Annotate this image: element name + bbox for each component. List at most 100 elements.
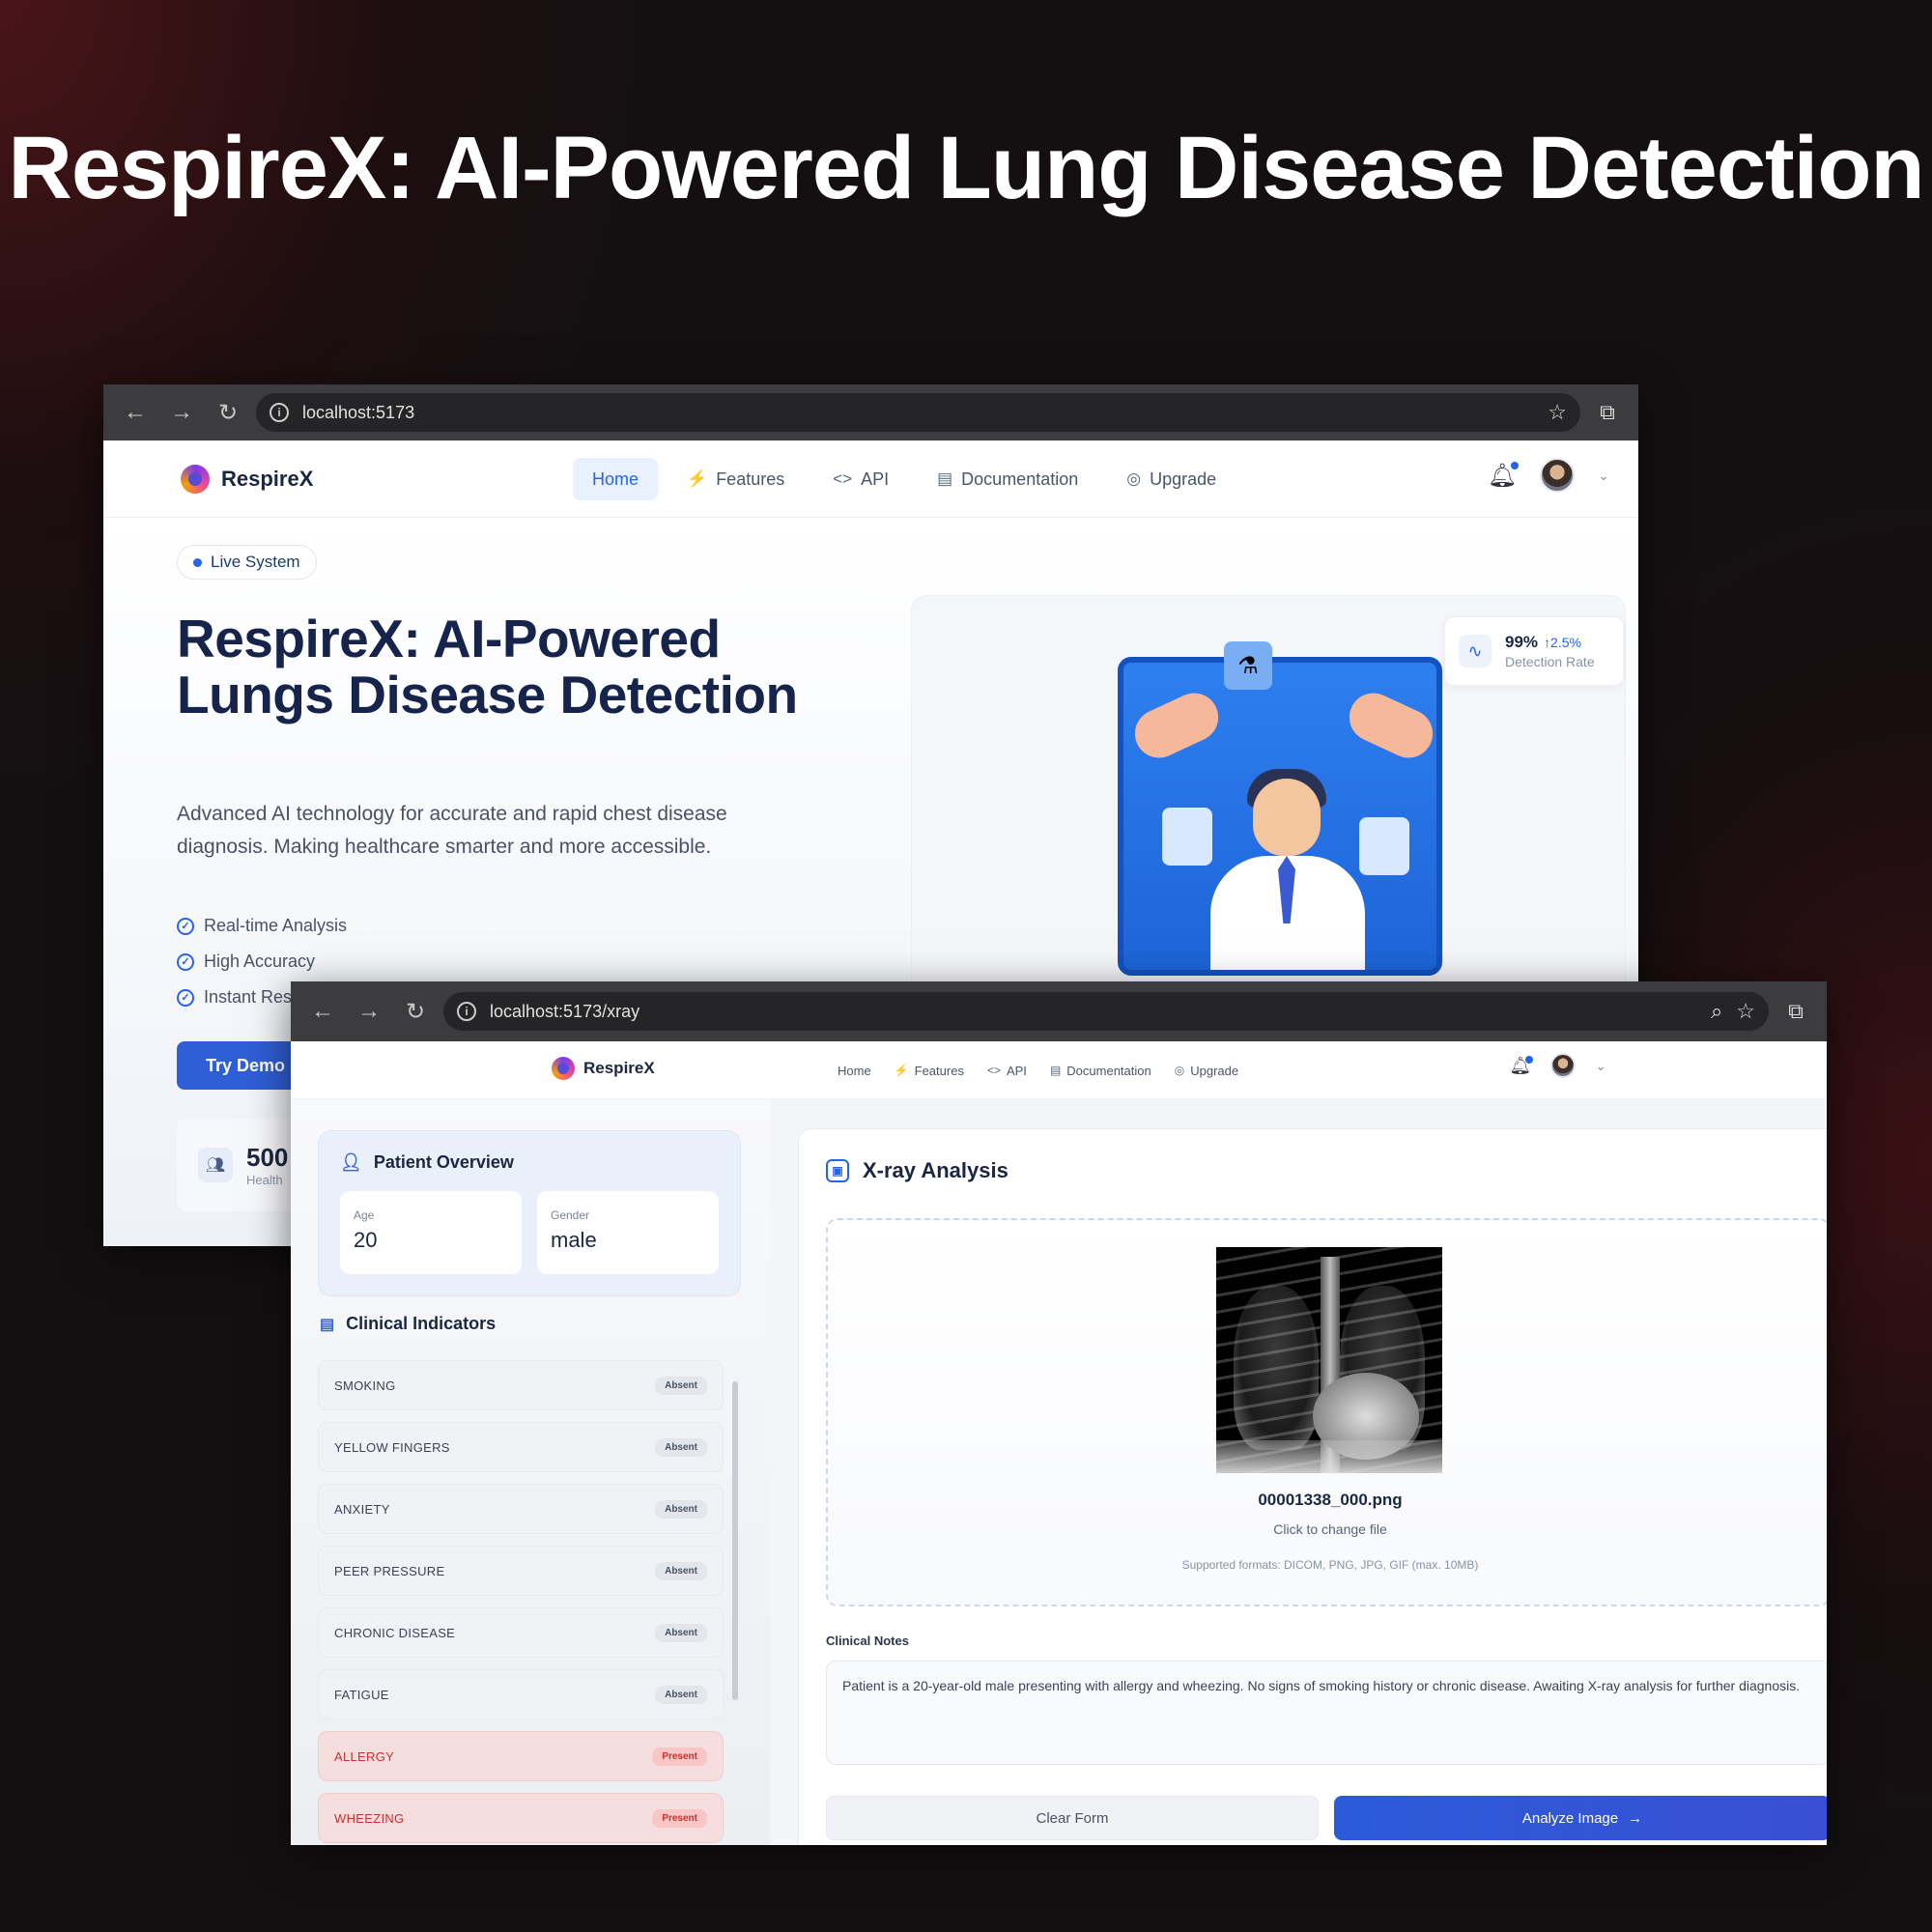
nav-features[interactable]: ⚡ Features bbox=[668, 458, 804, 500]
age-box: Age 20 bbox=[340, 1191, 522, 1274]
browser-toolbar: ← → ↻ i localhost:5173/xray ⌕ ☆ ⧉ bbox=[291, 981, 1827, 1041]
indicator-row[interactable]: FATIGUE Absent bbox=[318, 1669, 724, 1719]
back-icon[interactable]: ← bbox=[304, 993, 341, 1030]
address-bar[interactable]: i localhost:5173 ☆ bbox=[256, 393, 1580, 432]
nav-documentation[interactable]: ▤ Documentation bbox=[918, 458, 1097, 500]
nav-upgrade[interactable]: ◎ Upgrade bbox=[1107, 458, 1236, 500]
notification-bell-icon[interactable]: 🔔︎ bbox=[1488, 461, 1520, 490]
detection-value: 99% ↑2.5% bbox=[1505, 633, 1595, 652]
age-value: 20 bbox=[354, 1228, 378, 1252]
url-text: localhost:5173/xray bbox=[490, 1001, 640, 1021]
indicator-status-badge: Absent bbox=[655, 1561, 707, 1580]
indicator-row[interactable]: ANXIETY Absent bbox=[318, 1484, 724, 1534]
change-file-link[interactable]: Click to change file bbox=[828, 1521, 1827, 1537]
chevron-down-icon[interactable]: ⌄ bbox=[1595, 1058, 1606, 1074]
brand-logo[interactable]: RespireX bbox=[552, 1057, 655, 1080]
brand-name: RespireX bbox=[221, 466, 314, 491]
reload-icon[interactable]: ↻ bbox=[210, 394, 246, 431]
clipboard-icon: ▤ bbox=[320, 1316, 335, 1333]
detection-change: ↑2.5% bbox=[1544, 635, 1581, 650]
check-circle-icon: ✓ bbox=[177, 917, 194, 935]
badge-label: Live System bbox=[211, 553, 300, 571]
address-bar[interactable]: i localhost:5173/xray ⌕ ☆ bbox=[443, 992, 1769, 1031]
user-avatar[interactable] bbox=[1550, 1053, 1577, 1078]
indicator-status-badge: Present bbox=[652, 1808, 707, 1828]
nav-features-label: Features bbox=[914, 1063, 964, 1078]
clinical-indicator-list: SMOKING Absent YELLOW FINGERS Absent ANXIETY… bbox=[318, 1360, 724, 1845]
user-avatar[interactable] bbox=[1540, 458, 1576, 493]
back-icon[interactable]: ← bbox=[117, 394, 154, 431]
xray-analysis-panel: ▣ X-ray Analysis 00001338_000.png Click t… bbox=[798, 1128, 1827, 1845]
nav-home[interactable]: Home bbox=[573, 458, 659, 500]
site-info-icon[interactable]: i bbox=[457, 1002, 476, 1021]
indicator-row[interactable]: SMOKING Absent bbox=[318, 1360, 724, 1410]
clinical-indicators-title: ▤ Clinical Indicators bbox=[320, 1314, 496, 1334]
chart-card-illustration bbox=[1162, 808, 1212, 866]
analyze-image-button[interactable]: Analyze Image → bbox=[1334, 1796, 1827, 1840]
nav-features[interactable]: ⚡ Features bbox=[885, 1053, 974, 1088]
clear-form-button[interactable]: Clear Form bbox=[826, 1796, 1319, 1840]
xray-analysis-label: X-ray Analysis bbox=[863, 1158, 1009, 1182]
users-icon: 👥︎ bbox=[198, 1148, 233, 1182]
extensions-icon[interactable]: ⧉ bbox=[1590, 400, 1625, 425]
forward-icon[interactable]: → bbox=[351, 993, 387, 1030]
site-info-icon[interactable]: i bbox=[270, 403, 289, 422]
nav-api-label: API bbox=[861, 469, 890, 489]
hand-illustration bbox=[1341, 685, 1436, 766]
indicator-status-badge: Absent bbox=[655, 1437, 707, 1457]
app-navbar: RespireX Home ⚡ Features <> API ▤ Documenta… bbox=[291, 1041, 1827, 1099]
document-icon: ▤ bbox=[937, 469, 953, 488]
live-system-badge: Live System bbox=[177, 545, 317, 580]
browser-toolbar: ← → ↻ i localhost:5173 ☆ ⧉ bbox=[103, 384, 1638, 440]
bookmark-star-icon[interactable]: ☆ bbox=[1736, 999, 1755, 1024]
brand-logo[interactable]: RespireX bbox=[181, 464, 314, 494]
nav-api[interactable]: <> API bbox=[813, 458, 908, 500]
lightning-icon: ⚡ bbox=[687, 469, 708, 488]
doctor-head bbox=[1253, 779, 1321, 856]
zoom-icon[interactable]: ⌕ bbox=[1711, 999, 1722, 1024]
indicator-name: ANXIETY bbox=[334, 1501, 390, 1517]
notification-bell-icon[interactable]: 🔔︎ bbox=[1509, 1055, 1534, 1076]
main-menu: Home ⚡ Features <> API ▤ Documentation ◎ Upg… bbox=[828, 1053, 1248, 1088]
file-name: 00001338_000.png bbox=[1258, 1491, 1403, 1509]
feature-check: ✓ High Accuracy bbox=[177, 944, 347, 980]
user-area: 🔔︎ ⌄ bbox=[1509, 1053, 1606, 1078]
nav-home-label: Home bbox=[838, 1063, 871, 1078]
feature-check: ✓ Real-time Analysis bbox=[177, 908, 347, 944]
user-icon: 👤︎ bbox=[340, 1152, 362, 1172]
file-dropzone[interactable]: 00001338_000.png Click to change file Su… bbox=[826, 1218, 1827, 1606]
extensions-icon[interactable]: ⧉ bbox=[1778, 999, 1813, 1024]
nav-api[interactable]: <> API bbox=[978, 1053, 1037, 1088]
reload-icon[interactable]: ↻ bbox=[397, 993, 434, 1030]
check-circle-icon: ✓ bbox=[177, 952, 194, 971]
patient-overview-title: 👤︎ Patient Overview bbox=[340, 1152, 514, 1173]
forward-icon[interactable]: → bbox=[163, 394, 200, 431]
nav-upgrade[interactable]: ◎ Upgrade bbox=[1165, 1053, 1248, 1088]
document-icon: ▤ bbox=[1049, 1064, 1062, 1077]
nav-features-label: Features bbox=[716, 469, 785, 489]
nav-documentation[interactable]: ▤ Documentation bbox=[1040, 1053, 1161, 1088]
chevron-down-icon[interactable]: ⌄ bbox=[1598, 468, 1609, 484]
indicator-row[interactable]: YELLOW FINGERS Absent bbox=[318, 1422, 724, 1472]
cpu-icon: ▣ bbox=[826, 1159, 849, 1182]
indicator-row[interactable]: CHRONIC DISEASE Absent bbox=[318, 1607, 724, 1658]
feature-label: Real-time Analysis bbox=[204, 916, 348, 935]
hand-illustration bbox=[1126, 685, 1227, 766]
pulse-icon: ∿ bbox=[1459, 635, 1492, 668]
detection-rate-card: ∿ 99% ↑2.5% Detection Rate bbox=[1444, 616, 1624, 686]
clinical-notes-textarea[interactable]: Patient is a 20-year-old male presenting… bbox=[826, 1661, 1827, 1765]
nav-documentation-label: Documentation bbox=[961, 469, 1079, 489]
indicator-scrollbar[interactable] bbox=[732, 1381, 738, 1700]
indicator-row[interactable]: ALLERGY Present bbox=[318, 1731, 724, 1781]
doctor-illustration bbox=[1118, 657, 1442, 976]
code-icon: <> bbox=[986, 1064, 1001, 1077]
lightning-icon: ⚡ bbox=[894, 1064, 909, 1077]
gender-box: Gender male bbox=[537, 1191, 719, 1274]
flask-icon: ⚗ bbox=[1224, 641, 1272, 690]
detection-label: Detection Rate bbox=[1505, 654, 1595, 669]
code-icon: <> bbox=[833, 469, 853, 488]
bookmark-star-icon[interactable]: ☆ bbox=[1548, 400, 1567, 425]
indicator-row[interactable]: PEER PRESSURE Absent bbox=[318, 1546, 724, 1596]
nav-home[interactable]: Home bbox=[828, 1053, 881, 1088]
indicator-row[interactable]: WHEEZING Present bbox=[318, 1793, 724, 1843]
